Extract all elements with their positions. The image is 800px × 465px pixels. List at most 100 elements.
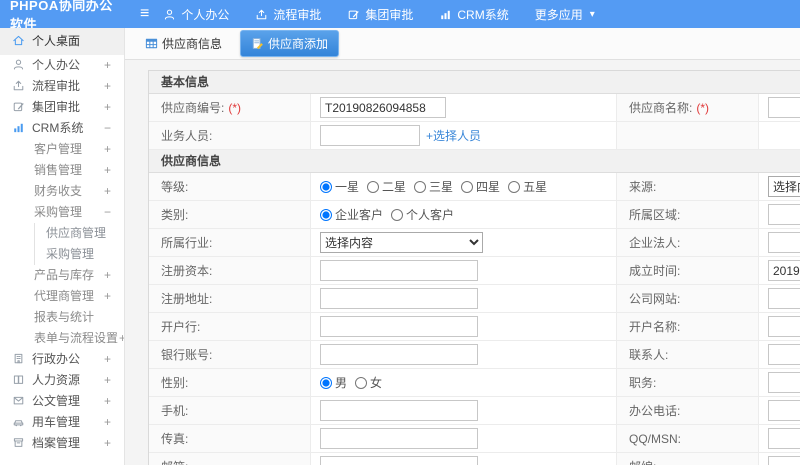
sidebar-item-18[interactable]: 用车管理 + [0, 412, 124, 433]
expand-icon[interactable]: + [104, 349, 111, 370]
sidebar-item-label: 客户管理 [34, 142, 83, 156]
radio-option[interactable]: 女 [355, 374, 382, 391]
sidebar-item-12[interactable]: 代理商管理 + [0, 286, 124, 307]
text-input[interactable] [320, 288, 478, 309]
expand-icon[interactable]: + [104, 265, 111, 286]
expand-icon[interactable]: + [104, 55, 111, 76]
sidebar-item-4[interactable]: CRM系统 − [0, 118, 124, 139]
sidebar-item-5[interactable]: 客户管理 + [0, 139, 124, 160]
label-text: 办公电话: [629, 404, 681, 418]
text-input[interactable] [768, 204, 800, 225]
radio-input[interactable] [391, 208, 404, 221]
sidebar-item-8[interactable]: 采购管理 − [0, 202, 124, 223]
radio-input[interactable] [367, 180, 380, 193]
pageadd-icon [251, 37, 264, 50]
sidebar-item-6[interactable]: 销售管理 + [0, 160, 124, 181]
tab-1[interactable]: 供应商添加 [240, 30, 340, 57]
sidebar-item-9[interactable]: 供应商管理 [0, 223, 124, 244]
form-row: 传真: QQ/MSN: [149, 425, 800, 453]
text-input[interactable] [768, 400, 800, 421]
collapse-icon[interactable]: − [104, 202, 111, 223]
expand-icon[interactable]: + [104, 160, 111, 181]
radio-option[interactable]: 一星 [320, 178, 359, 195]
radio-input[interactable] [461, 180, 474, 193]
field-control: 一星 二星 三星 四星 五星 [311, 173, 617, 200]
sidebar-item-2[interactable]: 流程审批 + [0, 76, 124, 97]
text-input[interactable] [768, 456, 800, 465]
radio-input[interactable] [320, 180, 332, 193]
radio-input[interactable] [355, 376, 368, 389]
text-input[interactable] [768, 316, 800, 337]
text-input[interactable] [768, 260, 800, 281]
expand-icon[interactable]: + [104, 412, 111, 433]
radio-input[interactable] [320, 208, 332, 221]
sidebar-item-11[interactable]: 产品与库存 + [0, 265, 124, 286]
field-control: +选择人员 [311, 122, 617, 149]
text-input[interactable] [320, 400, 478, 421]
text-input[interactable] [320, 125, 420, 146]
collapse-icon[interactable]: − [104, 118, 111, 139]
text-input[interactable] [768, 232, 800, 253]
expand-icon[interactable]: + [104, 76, 111, 97]
expand-icon[interactable]: + [104, 139, 111, 160]
sidebar-item-3[interactable]: 集团审批 + [0, 97, 124, 118]
radio-input[interactable] [414, 180, 427, 193]
radio-label: 个人客户 [406, 208, 455, 222]
text-input[interactable] [768, 372, 800, 393]
text-input[interactable] [320, 456, 478, 465]
text-input[interactable] [768, 97, 800, 118]
radio-input[interactable] [508, 180, 521, 193]
expand-icon[interactable]: + [104, 286, 111, 307]
sidebar-item-17[interactable]: 公文管理 + [0, 391, 124, 412]
text-input[interactable] [320, 344, 478, 365]
text-input[interactable] [320, 97, 446, 118]
sidebar-item-14[interactable]: 表单与流程设置+ [0, 328, 124, 349]
expand-icon[interactable]: + [104, 181, 111, 202]
text-input[interactable] [320, 428, 478, 449]
field-label: 业务人员: [149, 122, 311, 149]
sidebar-item-13[interactable]: 报表与统计 [0, 307, 124, 328]
radio-option[interactable]: 个人客户 [391, 206, 454, 223]
field-label: 手机: [149, 397, 311, 424]
topbar-item-label: 更多应用 [534, 7, 583, 22]
expand-icon[interactable]: + [104, 391, 111, 412]
radio-input[interactable] [320, 376, 332, 389]
text-input[interactable] [320, 316, 478, 337]
sidebar-item-label: 个人办公 [32, 58, 81, 72]
field-label: 公司网站: [617, 285, 759, 312]
topbar-item-1[interactable]: 流程审批 [255, 6, 321, 23]
sidebar-item-1[interactable]: 个人办公 + [0, 55, 124, 76]
menu-icon[interactable]: ≡ [140, 0, 149, 28]
topbar-item-3[interactable]: CRM系统 [439, 6, 509, 23]
radio-option[interactable]: 企业客户 [320, 206, 383, 223]
expand-icon[interactable]: + [104, 370, 111, 391]
choose-person-link[interactable]: +选择人员 [426, 127, 481, 144]
text-input[interactable] [768, 428, 800, 449]
sidebar-item-19[interactable]: 档案管理 + [0, 433, 124, 454]
topbar-item-label: 流程审批 [273, 7, 322, 22]
expand-icon[interactable]: + [104, 97, 111, 118]
sidebar-item-0[interactable]: 个人桌面 [0, 28, 124, 55]
sidebar-item-16[interactable]: 人力资源 + [0, 370, 124, 391]
topbar-item-4[interactable]: 更多应用 ▾ [535, 6, 595, 23]
topbar-item-0[interactable]: 个人办公 [163, 6, 229, 23]
label-text: 开户名称: [629, 320, 681, 334]
select-dropdown[interactable]: 选择内容 [768, 176, 800, 197]
tab-0[interactable]: 供应商信息 [137, 31, 230, 56]
radio-option[interactable]: 三星 [414, 178, 453, 195]
sidebar-item-7[interactable]: 财务收支 + [0, 181, 124, 202]
text-input[interactable] [768, 344, 800, 365]
text-input[interactable] [320, 260, 478, 281]
radio-label: 四星 [476, 180, 501, 194]
field-control: 选择内容 [759, 173, 800, 200]
topbar-item-2[interactable]: 集团审批 [347, 6, 413, 23]
radio-option[interactable]: 五星 [508, 178, 547, 195]
radio-option[interactable]: 四星 [461, 178, 500, 195]
text-input[interactable] [768, 288, 800, 309]
select-dropdown[interactable]: 选择内容 [320, 232, 483, 253]
radio-option[interactable]: 男 [320, 374, 347, 391]
sidebar-item-10[interactable]: 采购管理 [0, 244, 124, 265]
expand-icon[interactable]: + [104, 433, 111, 454]
radio-option[interactable]: 二星 [367, 178, 406, 195]
sidebar-item-15[interactable]: 行政办公 + [0, 349, 124, 370]
